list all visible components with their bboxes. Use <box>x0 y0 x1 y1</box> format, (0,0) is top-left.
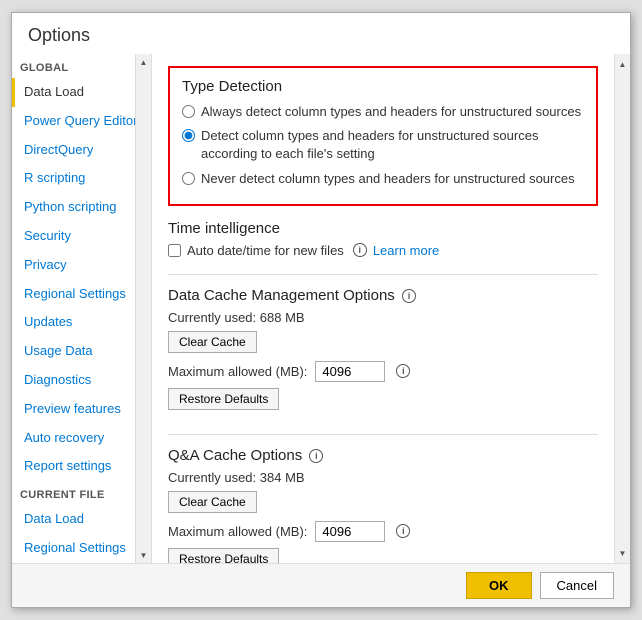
sidebar-item-security[interactable]: Security <box>12 222 151 251</box>
qa-cache-max-row: Maximum allowed (MB): i <box>168 521 598 542</box>
type-detection-label1: Always detect column types and headers f… <box>201 103 581 121</box>
current-file-section-label: CURRENT FILE <box>12 481 151 505</box>
auto-datetime-label: Auto date/time for new files <box>187 243 344 258</box>
sidebar-item-regional-settings-current[interactable]: Regional Settings <box>12 534 151 563</box>
dialog-title: Options <box>12 13 630 54</box>
sidebar-scroll-container: GLOBAL Data Load Power Query Editor Dire… <box>12 54 152 563</box>
sidebar-item-preview-features[interactable]: Preview features <box>12 395 151 424</box>
sidebar-item-usage-data[interactable]: Usage Data <box>12 337 151 366</box>
data-cache-max-label: Maximum allowed (MB): <box>168 364 307 379</box>
data-cache-info-icon[interactable]: i <box>402 289 416 303</box>
type-detection-option2: Detect column types and headers for unst… <box>182 127 584 163</box>
cancel-button[interactable]: Cancel <box>540 572 614 599</box>
auto-datetime-info-icon[interactable]: i <box>353 243 367 257</box>
data-cache-restore-button[interactable]: Restore Defaults <box>168 388 279 410</box>
type-detection-label2: Detect column types and headers for unst… <box>201 127 584 163</box>
sidebar-item-data-load-global[interactable]: Data Load <box>12 78 151 107</box>
ok-button[interactable]: OK <box>466 572 532 599</box>
qa-cache-title-text: Q&A Cache Options <box>168 447 302 464</box>
data-cache-section: Data Cache Management Options i Currentl… <box>168 287 598 418</box>
main-content: Type Detection Always detect column type… <box>152 54 614 563</box>
sidebar-item-directquery[interactable]: DirectQuery <box>12 136 151 165</box>
time-intelligence-row: Auto date/time for new files i Learn mor… <box>168 243 598 258</box>
type-detection-option3: Never detect column types and headers fo… <box>182 170 584 188</box>
type-detection-title: Type Detection <box>182 78 584 95</box>
sidebar-item-data-load-current[interactable]: Data Load <box>12 505 151 534</box>
type-detection-radio1[interactable] <box>182 105 195 118</box>
dialog-footer: OK Cancel <box>12 563 630 607</box>
qa-cache-title: Q&A Cache Options i <box>168 447 598 464</box>
global-section-label: GLOBAL <box>12 54 151 78</box>
sidebar-item-privacy-global[interactable]: Privacy <box>12 251 151 280</box>
data-cache-title: Data Cache Management Options i <box>168 287 598 304</box>
data-cache-max-row: Maximum allowed (MB): i <box>168 361 598 382</box>
divider-2 <box>168 434 598 435</box>
qa-cache-section: Q&A Cache Options i Currently used: 384 … <box>168 447 598 563</box>
type-detection-radio3[interactable] <box>182 172 195 185</box>
data-cache-clear-button[interactable]: Clear Cache <box>168 331 257 353</box>
main-scroll-down[interactable]: ▼ <box>615 545 630 561</box>
sidebar-item-report-settings[interactable]: Report settings <box>12 452 151 481</box>
main-scroll-arrows: ▲ ▼ <box>614 54 630 563</box>
sidebar-item-auto-recovery-global[interactable]: Auto recovery <box>12 424 151 453</box>
sidebar-item-regional-settings-global[interactable]: Regional Settings <box>12 280 151 309</box>
type-detection-option1: Always detect column types and headers f… <box>182 103 584 121</box>
time-intelligence-section: Time intelligence Auto date/time for new… <box>168 220 598 258</box>
type-detection-label3: Never detect column types and headers fo… <box>201 170 575 188</box>
qa-cache-used: Currently used: 384 MB <box>168 470 598 485</box>
sidebar-scroll-arrows: ▲ ▼ <box>135 54 151 563</box>
type-detection-radio2[interactable] <box>182 129 195 142</box>
qa-cache-info-icon[interactable]: i <box>309 449 323 463</box>
type-detection-section: Type Detection Always detect column type… <box>168 66 598 206</box>
sidebar-item-power-query-editor[interactable]: Power Query Editor <box>12 107 151 136</box>
qa-cache-max-label: Maximum allowed (MB): <box>168 524 307 539</box>
divider-1 <box>168 274 598 275</box>
sidebar-scroll-up[interactable]: ▲ <box>136 54 151 70</box>
sidebar-item-python-scripting[interactable]: Python scripting <box>12 193 151 222</box>
sidebar-item-diagnostics[interactable]: Diagnostics <box>12 366 151 395</box>
auto-datetime-checkbox[interactable] <box>168 244 181 257</box>
time-intelligence-title: Time intelligence <box>168 220 598 237</box>
data-cache-used: Currently used: 688 MB <box>168 310 598 325</box>
main-scroll-up[interactable]: ▲ <box>615 56 630 72</box>
qa-cache-max-info-icon[interactable]: i <box>396 524 410 538</box>
sidebar: GLOBAL Data Load Power Query Editor Dire… <box>12 54 152 563</box>
sidebar-scroll-down[interactable]: ▼ <box>136 547 151 563</box>
qa-cache-max-input[interactable] <box>315 521 385 542</box>
data-cache-max-input[interactable] <box>315 361 385 382</box>
data-cache-title-text: Data Cache Management Options <box>168 287 395 304</box>
sidebar-item-r-scripting[interactable]: R scripting <box>12 164 151 193</box>
dialog-body: GLOBAL Data Load Power Query Editor Dire… <box>12 54 630 563</box>
options-dialog: Options GLOBAL Data Load Power Query Edi… <box>11 12 631 608</box>
sidebar-item-updates[interactable]: Updates <box>12 308 151 337</box>
qa-cache-clear-button[interactable]: Clear Cache <box>168 491 257 513</box>
data-cache-max-info-icon[interactable]: i <box>396 364 410 378</box>
qa-cache-restore-button[interactable]: Restore Defaults <box>168 548 279 563</box>
learn-more-link[interactable]: Learn more <box>373 243 439 258</box>
